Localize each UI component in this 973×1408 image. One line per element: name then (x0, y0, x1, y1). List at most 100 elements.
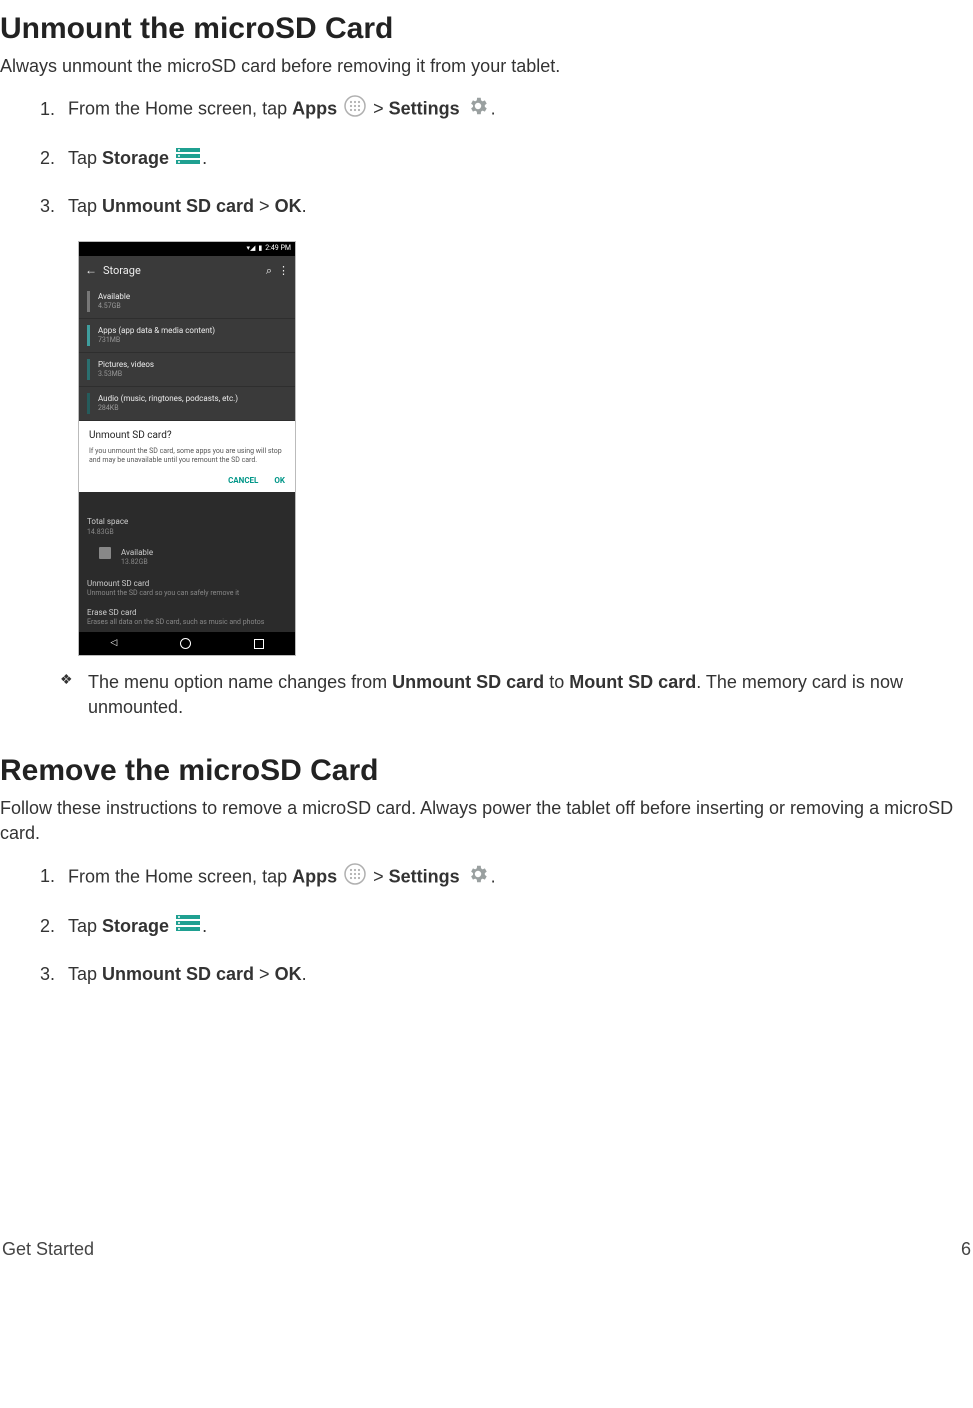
step-gt: > (254, 964, 275, 984)
color-bar (87, 325, 90, 346)
total-label: Total space (87, 516, 287, 527)
step-3: Tap Unmount SD card > OK. (60, 194, 973, 219)
footer-page-number: 6 (961, 1237, 971, 1262)
back-icon[interactable]: ← (85, 262, 97, 279)
ok-label: OK (275, 964, 302, 984)
total-space-row[interactable]: Total space 14.83GB (79, 512, 295, 541)
unmount-row-sub: Unmount the SD card so you can safely re… (87, 589, 287, 599)
signal-icon: ▾◢ (246, 244, 255, 254)
unmount-row-label: Unmount SD card (87, 578, 287, 589)
ok-label: OK (275, 196, 302, 216)
color-bar (87, 291, 90, 312)
settings-label: Settings (389, 99, 460, 119)
step-text: Tap (68, 148, 102, 168)
note-bold: Mount SD card (569, 672, 696, 692)
steps-unmount: From the Home screen, tap Apps > Setting… (0, 95, 973, 219)
apps-label: Apps (292, 866, 337, 886)
unmount-label: Unmount SD card (102, 964, 254, 984)
unmount-row[interactable]: Unmount SD card Unmount the SD card so y… (79, 574, 295, 603)
step-text: Tap (68, 964, 102, 984)
step-end: . (491, 99, 496, 119)
step-2: Tap Storage . (60, 146, 973, 172)
app-bar: ← Storage ⌕ ⋮ (79, 256, 295, 285)
avail-label: Available (121, 547, 153, 558)
storage-label: Storage (102, 916, 169, 936)
swatch-icon (99, 547, 111, 559)
page-footer: Get Started 6 (0, 1237, 973, 1262)
section-heading-unmount: Unmount the microSD Card (0, 8, 973, 50)
settings-label: Settings (389, 866, 460, 886)
dialog-cancel-button[interactable]: CANCEL (228, 476, 258, 485)
total-sub: 14.83GB (87, 528, 287, 538)
step-end: . (491, 866, 496, 886)
step-2: Tap Storage . (60, 914, 973, 940)
note-list: The menu option name changes from Unmoun… (0, 670, 973, 720)
storage-icon (176, 147, 200, 172)
erase-row-label: Erase SD card (87, 607, 287, 618)
step-text: Tap (68, 196, 102, 216)
storage-icon (176, 914, 200, 939)
list-item[interactable]: Available 4.57GB (79, 285, 295, 319)
step-text: From the Home screen, tap (68, 866, 292, 886)
nav-home-icon[interactable] (180, 638, 191, 649)
unmount-label: Unmount SD card (102, 196, 254, 216)
appbar-title: Storage (103, 263, 260, 278)
item-label: Pictures, videos (98, 359, 287, 370)
list-item[interactable]: Pictures, videos 3.53MB (79, 353, 295, 387)
apps-label: Apps (292, 99, 337, 119)
step-text: From the Home screen, tap (68, 99, 292, 119)
step-1: From the Home screen, tap Apps > Setting… (60, 95, 973, 124)
note-bold: Unmount SD card (392, 672, 544, 692)
step-end: . (202, 916, 207, 936)
status-bar: ▾◢ ▮ 2:49 PM (79, 242, 295, 256)
avail-sub: 13.82GB (121, 558, 153, 568)
section-intro-unmount: Always unmount the microSD card before r… (0, 54, 973, 79)
storage-label: Storage (102, 148, 169, 168)
step-text: Tap (68, 916, 102, 936)
step-end: . (302, 196, 307, 216)
color-bar (87, 359, 90, 380)
step-3: Tap Unmount SD card > OK. (60, 962, 973, 987)
settings-icon (467, 95, 489, 124)
dialog-title: Unmount SD card? (89, 429, 285, 443)
nav-back-icon[interactable]: ◁ (110, 637, 117, 650)
available-row[interactable]: Available 13.82GB (79, 541, 295, 574)
battery-icon: ▮ (258, 244, 262, 254)
color-bar (87, 393, 90, 414)
item-sub: 4.57GB (98, 302, 287, 312)
search-icon[interactable]: ⌕ (266, 263, 272, 278)
step-end: . (202, 148, 207, 168)
step-gt: > (373, 866, 389, 886)
note-text: The menu option name changes from (88, 672, 392, 692)
step-gt: > (254, 196, 275, 216)
status-time: 2:49 PM (265, 244, 291, 254)
dialog-ok-button[interactable]: OK (274, 476, 285, 485)
erase-row[interactable]: Erase SD card Erases all data on the SD … (79, 603, 295, 632)
item-label: Apps (app data & media content) (98, 325, 287, 336)
item-sub: 731MB (98, 336, 287, 346)
step-1: From the Home screen, tap Apps > Setting… (60, 863, 973, 892)
nav-recent-icon[interactable] (254, 639, 264, 649)
list-item[interactable]: Audio (music, ringtones, podcasts, etc.)… (79, 387, 295, 421)
apps-icon (344, 95, 366, 124)
item-label: Audio (music, ringtones, podcasts, etc.) (98, 393, 287, 404)
item-label: Available (98, 291, 287, 302)
step-end: . (302, 964, 307, 984)
apps-icon (344, 863, 366, 892)
phone-screenshot: ▾◢ ▮ 2:49 PM ← Storage ⌕ ⋮ Available 4.5… (78, 241, 296, 655)
dark-spacer (79, 492, 295, 512)
dialog-unmount: Unmount SD card? If you unmount the SD c… (79, 421, 295, 492)
erase-row-sub: Erases all data on the SD card, such as … (87, 618, 287, 628)
note-item: The menu option name changes from Unmoun… (60, 670, 973, 720)
section-heading-remove: Remove the microSD Card (0, 750, 973, 792)
section-intro-remove: Follow these instructions to remove a mi… (0, 796, 973, 846)
settings-icon (467, 863, 489, 892)
overflow-icon[interactable]: ⋮ (278, 263, 289, 278)
dialog-body: If you unmount the SD card, some apps yo… (89, 447, 285, 465)
item-sub: 284KB (98, 404, 287, 414)
note-text: to (544, 672, 569, 692)
list-item[interactable]: Apps (app data & media content) 731MB (79, 319, 295, 353)
step-gt: > (373, 99, 389, 119)
footer-section: Get Started (2, 1237, 94, 1262)
item-sub: 3.53MB (98, 370, 287, 380)
